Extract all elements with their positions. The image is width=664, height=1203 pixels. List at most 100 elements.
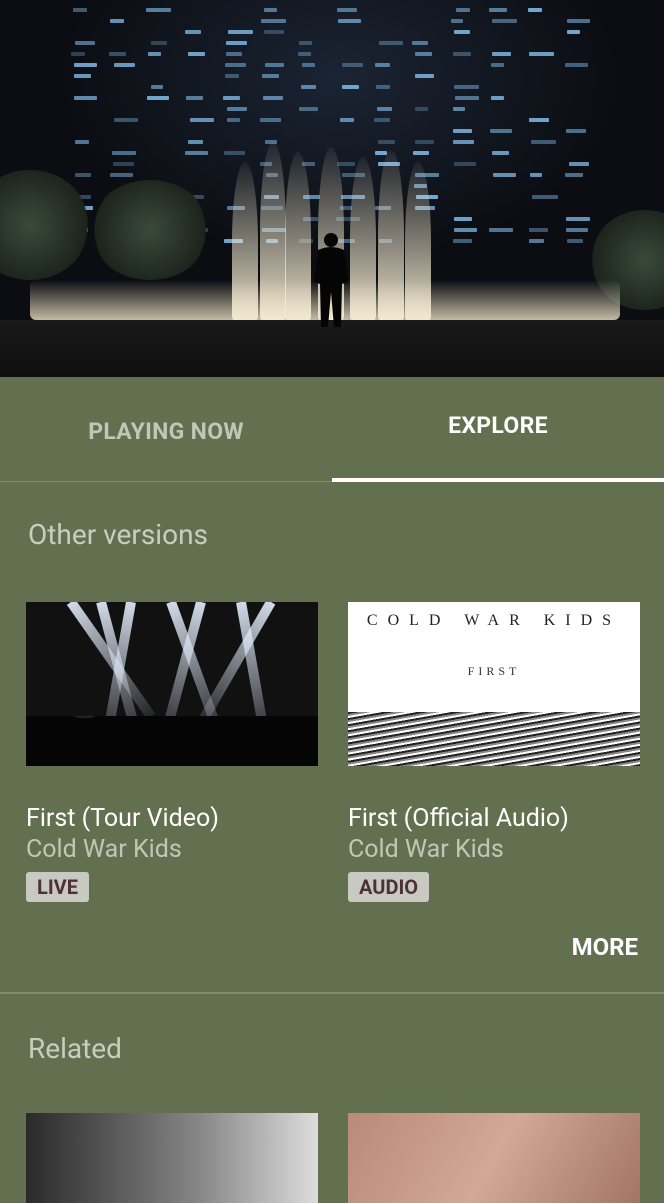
building-window [414,74,435,78]
related-video-thumbnail[interactable] [26,1113,318,1203]
building-window [376,85,390,89]
building-window [300,85,317,89]
building-window [454,96,480,100]
building-window [530,140,556,144]
building-window [75,173,91,177]
building-window [341,63,364,67]
building-window [184,30,201,34]
building-window [374,118,390,122]
building-window [222,96,241,100]
building-window [566,30,580,34]
building-window [146,96,169,100]
building-window [414,107,429,111]
building-window [338,19,362,23]
building-window [227,30,253,34]
building-window [489,8,507,12]
building-window [298,52,312,56]
building-window [336,8,357,12]
building-window [298,107,318,111]
building-window [299,41,312,45]
building-window [74,63,98,67]
building-window [225,52,242,56]
building-window [491,151,510,155]
tab-bar: PLAYING NOW EXPLORE [0,377,664,482]
building-window [566,217,590,221]
building-window [453,85,480,89]
building-window [261,74,280,78]
building-window [488,228,513,232]
building-window [453,217,472,221]
building-window [151,85,164,89]
building-window [528,239,545,243]
fountain-jet [232,162,258,322]
building-window [224,151,245,155]
building-window [531,195,558,199]
version-card[interactable]: COLD WAR KIDS FIRST First (Official Audi… [348,602,640,902]
building-window [414,52,432,56]
tab-playing-now[interactable]: PLAYING NOW [0,377,332,481]
building-window [339,118,354,122]
building-window [565,228,588,232]
building-window [490,96,504,100]
fountain-jet [260,142,286,322]
building-window [491,19,518,23]
building-window [260,118,282,122]
fountain-jet [285,152,311,322]
section-divider [0,992,664,994]
building-window [529,118,549,122]
building-window [185,151,209,155]
building-window [113,63,135,67]
tab-explore[interactable]: EXPLORE [332,377,664,482]
building-window [75,41,96,45]
person-silhouette [314,233,348,327]
building-window [109,173,133,177]
live-badge: LIVE [26,872,89,902]
building-window [148,52,161,56]
building-window [529,173,543,177]
section-title-other-versions: Other versions [28,518,208,551]
building-window [188,52,206,56]
building-window [188,140,203,144]
fountain-jet [405,162,431,322]
building-window [378,140,395,144]
building-window [151,41,168,45]
album-thumbnail[interactable]: COLD WAR KIDS FIRST [348,602,640,766]
video-title[interactable]: First (Tour Video) [26,804,318,833]
building-window [413,151,429,155]
building-window [225,63,247,67]
building-window [225,74,239,78]
video-title[interactable]: First (Official Audio) [348,804,640,833]
building-window [73,96,97,100]
building-window [263,30,284,34]
building-window [454,30,471,34]
album-title: FIRST [467,664,521,678]
building-window [264,63,284,67]
more-button[interactable]: MORE [572,933,638,961]
building-window [455,8,470,12]
building-window [73,8,87,12]
building-window [490,129,513,133]
hero-video-thumbnail[interactable] [0,0,664,377]
building-window [491,52,511,56]
building-window [565,63,588,67]
building-window [450,19,464,23]
version-card[interactable]: First (Tour Video) Cold War Kids LIVE [26,602,318,902]
building-window [263,8,277,12]
building-window [453,239,473,243]
building-window [567,239,583,243]
building-window [377,107,393,111]
building-window [186,96,203,100]
album-band-name: COLD WAR KIDS [366,612,622,629]
building-window [302,63,316,67]
building-window [565,129,587,133]
building-window [109,19,125,23]
tree [90,180,210,280]
building-window [453,162,476,166]
building-window [261,19,286,23]
building-window [336,162,356,166]
related-video-thumbnail[interactable] [348,1113,640,1203]
building-window [412,41,429,45]
video-thumbnail[interactable] [26,602,318,766]
fountain-jet [378,150,404,322]
building-window [564,173,584,177]
